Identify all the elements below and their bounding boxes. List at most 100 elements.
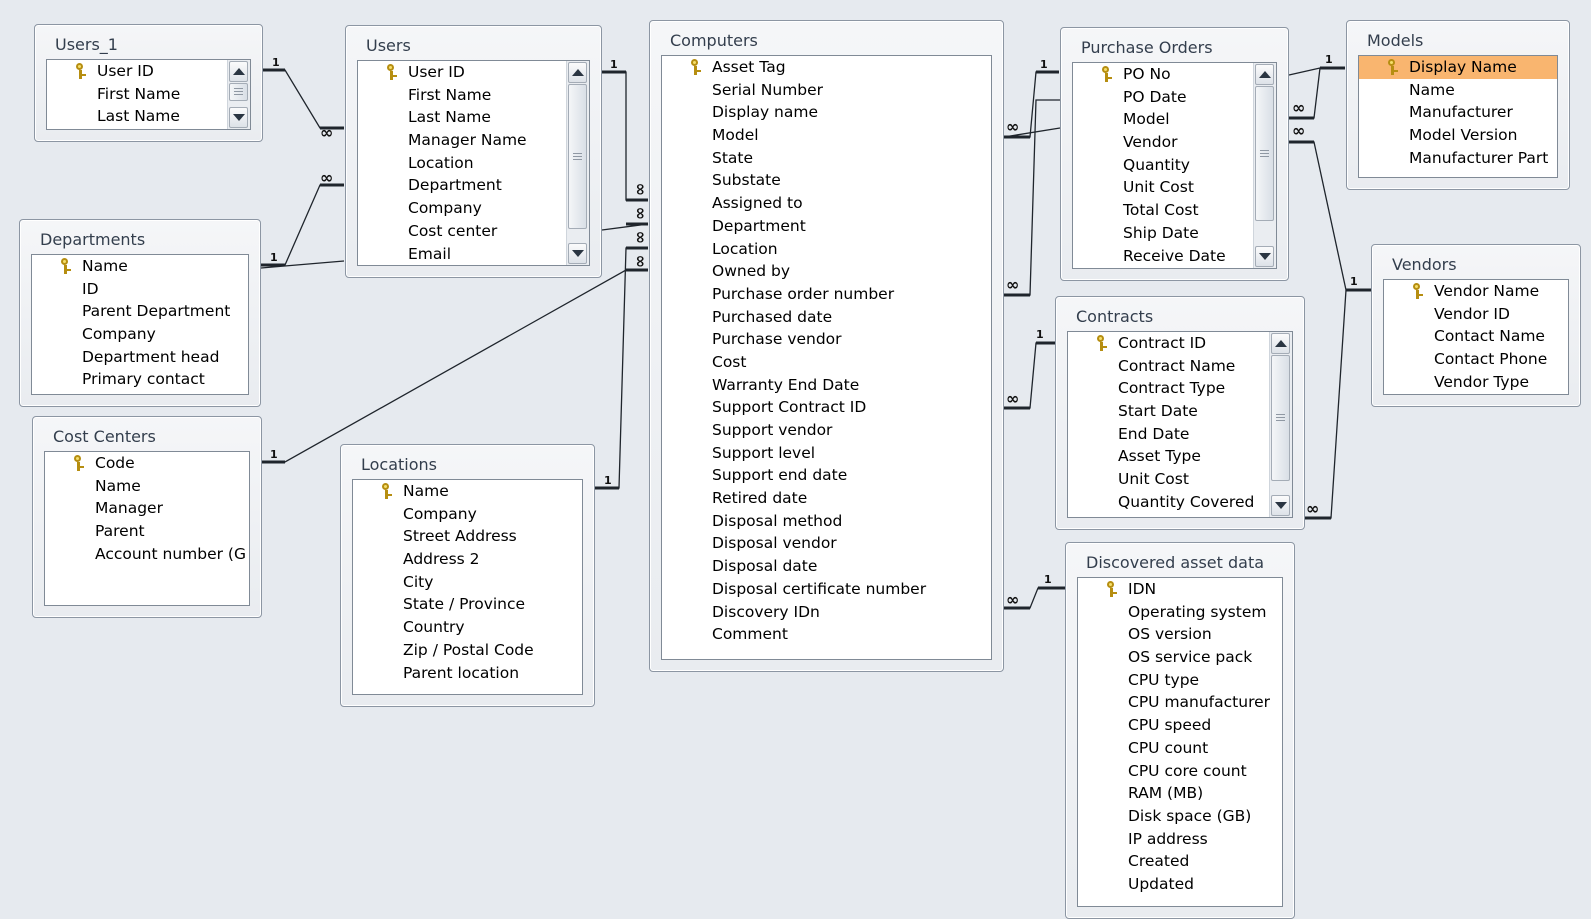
field-row[interactable]: Unit Cost: [1073, 176, 1254, 199]
field-list[interactable]: Code Name Manager Parent Account number (G: [44, 451, 250, 606]
scroll-up-button[interactable]: [1271, 333, 1290, 354]
field-row[interactable]: Country: [353, 616, 582, 639]
field-row[interactable]: Display Name: [1359, 56, 1557, 79]
field-row[interactable]: PO No: [1073, 63, 1254, 86]
table-cost-centers[interactable]: Cost Centers Code Name Manager Parent Account…: [32, 416, 262, 618]
scroll-thumb[interactable]: [1255, 86, 1274, 221]
field-row[interactable]: State: [662, 147, 991, 170]
field-row[interactable]: Manufacturer Part: [1359, 147, 1557, 170]
field-row[interactable]: Parent location: [353, 662, 582, 685]
field-row[interactable]: Last Name: [358, 106, 567, 129]
field-list[interactable]: Name ID Parent Department Company Department…: [31, 254, 249, 395]
scroll-down-button[interactable]: [1255, 246, 1274, 267]
field-list[interactable]: User ID First Name Last Name Manager Name Lo…: [357, 60, 590, 266]
field-row[interactable]: Support Contract ID: [662, 396, 991, 419]
field-row[interactable]: Disposal method: [662, 510, 991, 533]
relationship-line[interactable]: [595, 247, 648, 489]
field-row[interactable]: First Name: [47, 83, 228, 106]
table-title[interactable]: Vendors: [1392, 255, 1457, 274]
scroll-down-button[interactable]: [1271, 495, 1290, 516]
field-row[interactable]: Owned by: [662, 260, 991, 283]
field-row[interactable]: Vendor: [1073, 131, 1254, 154]
field-row[interactable]: Created: [1078, 850, 1282, 873]
field-row[interactable]: Asset Type: [1068, 445, 1270, 468]
table-locations[interactable]: Locations Name Company Street Address Addres…: [340, 444, 595, 707]
table-title[interactable]: Purchase Orders: [1081, 38, 1213, 57]
field-row[interactable]: OS service pack: [1078, 646, 1282, 669]
field-row[interactable]: Department: [662, 215, 991, 238]
field-row[interactable]: Purchase order number: [662, 283, 991, 306]
field-row[interactable]: Company: [32, 323, 248, 346]
field-row[interactable]: Quantity: [1073, 154, 1254, 177]
field-row[interactable]: Department: [358, 174, 567, 197]
field-row[interactable]: Address 2: [353, 548, 582, 571]
table-purchase-orders[interactable]: Purchase Orders PO No PO Date Model Vendor Qu…: [1060, 27, 1289, 281]
table-contracts[interactable]: Contracts Contract ID Contract Name Contrac…: [1055, 296, 1305, 530]
table-title[interactable]: Cost Centers: [53, 427, 156, 446]
field-list[interactable]: PO No PO Date Model Vendor Quantity Unit Cost…: [1072, 62, 1277, 269]
field-row[interactable]: City: [353, 571, 582, 594]
field-row[interactable]: Parent: [45, 520, 249, 543]
field-row[interactable]: CPU speed: [1078, 714, 1282, 737]
table-vendors[interactable]: Vendors Vendor Name Vendor ID Contact Name C…: [1371, 244, 1581, 407]
field-row[interactable]: Name: [1359, 79, 1557, 102]
table-title[interactable]: Users: [366, 36, 411, 55]
table-title[interactable]: Users_1: [55, 35, 118, 54]
field-row[interactable]: Code: [45, 452, 249, 475]
table-discovered-asset-data[interactable]: Discovered asset data IDN Operating system…: [1065, 542, 1295, 919]
field-row[interactable]: Disk space (GB): [1078, 805, 1282, 828]
field-row[interactable]: First Name: [358, 84, 567, 107]
scroll-up-button[interactable]: [1255, 64, 1274, 85]
scroll-thumb[interactable]: [568, 84, 587, 229]
field-row[interactable]: State / Province: [353, 593, 582, 616]
field-row[interactable]: Vendor ID: [1384, 303, 1568, 326]
field-row[interactable]: Assigned to: [662, 192, 991, 215]
field-row[interactable]: Disposal certificate number: [662, 578, 991, 601]
field-row[interactable]: Contact Phone: [1384, 348, 1568, 371]
field-row[interactable]: Parent Department: [32, 300, 248, 323]
relationship-line[interactable]: [262, 269, 648, 463]
field-row[interactable]: Cost center: [358, 220, 567, 243]
field-row[interactable]: ID: [32, 278, 248, 301]
field-row[interactable]: Retired date: [662, 487, 991, 510]
field-row[interactable]: Disposal vendor: [662, 532, 991, 555]
field-row[interactable]: Receive Date: [1073, 245, 1254, 268]
relationship-line[interactable]: [602, 71, 648, 201]
table-title[interactable]: Locations: [361, 455, 437, 474]
field-row[interactable]: Company: [358, 197, 567, 220]
field-row[interactable]: Cost: [662, 351, 991, 374]
field-row[interactable]: Vendor Name: [1384, 280, 1568, 303]
relationships-canvas[interactable]: 1 ∞ 1 ∞ 1 ∞ ∞ 1 ∞ 1 ∞ ∞ 1 ∞ ∞ 1 ∞ 1 1 ∞ ∞ 1 ∞ Users_1 User ID Fi…: [0, 0, 1591, 919]
field-row[interactable]: Manager: [45, 497, 249, 520]
field-row[interactable]: Account number (G: [45, 543, 249, 566]
field-row[interactable]: Last Name: [47, 105, 228, 128]
scroll-up-button[interactable]: [229, 61, 248, 82]
field-row[interactable]: Support end date: [662, 464, 991, 487]
field-row[interactable]: Asset Tag: [662, 56, 991, 79]
field-row[interactable]: Substate: [662, 169, 991, 192]
field-row[interactable]: IDN: [1078, 578, 1282, 601]
field-row[interactable]: User ID: [47, 60, 228, 83]
table-models[interactable]: Models Display Name Name Manufacturer Model …: [1346, 20, 1570, 190]
field-list[interactable]: Vendor Name Vendor ID Contact Name Contact …: [1383, 279, 1569, 395]
field-row[interactable]: Support level: [662, 442, 991, 465]
field-row[interactable]: Contract Type: [1068, 377, 1270, 400]
field-list[interactable]: User ID First Name Last Name: [46, 59, 251, 130]
field-list[interactable]: Display Name Name Manufacturer Model Versio…: [1358, 55, 1558, 178]
field-row[interactable]: OS version: [1078, 623, 1282, 646]
field-row[interactable]: Name: [32, 255, 248, 278]
field-row[interactable]: End Date: [1068, 423, 1270, 446]
field-row[interactable]: Purchased date: [662, 306, 991, 329]
field-row[interactable]: Contact Name: [1384, 325, 1568, 348]
field-row[interactable]: Contract Name: [1068, 355, 1270, 378]
field-row[interactable]: CPU count: [1078, 737, 1282, 760]
field-row[interactable]: Unit Cost: [1068, 468, 1270, 491]
field-row[interactable]: Operating system: [1078, 601, 1282, 624]
field-row[interactable]: Disposal date: [662, 555, 991, 578]
vertical-scrollbar[interactable]: [566, 61, 589, 265]
scroll-thumb[interactable]: [229, 83, 248, 101]
field-row[interactable]: Vendor Type: [1384, 371, 1568, 394]
field-row[interactable]: Support vendor: [662, 419, 991, 442]
field-row[interactable]: Discovery IDn: [662, 601, 991, 624]
vertical-scrollbar[interactable]: [1269, 332, 1292, 517]
